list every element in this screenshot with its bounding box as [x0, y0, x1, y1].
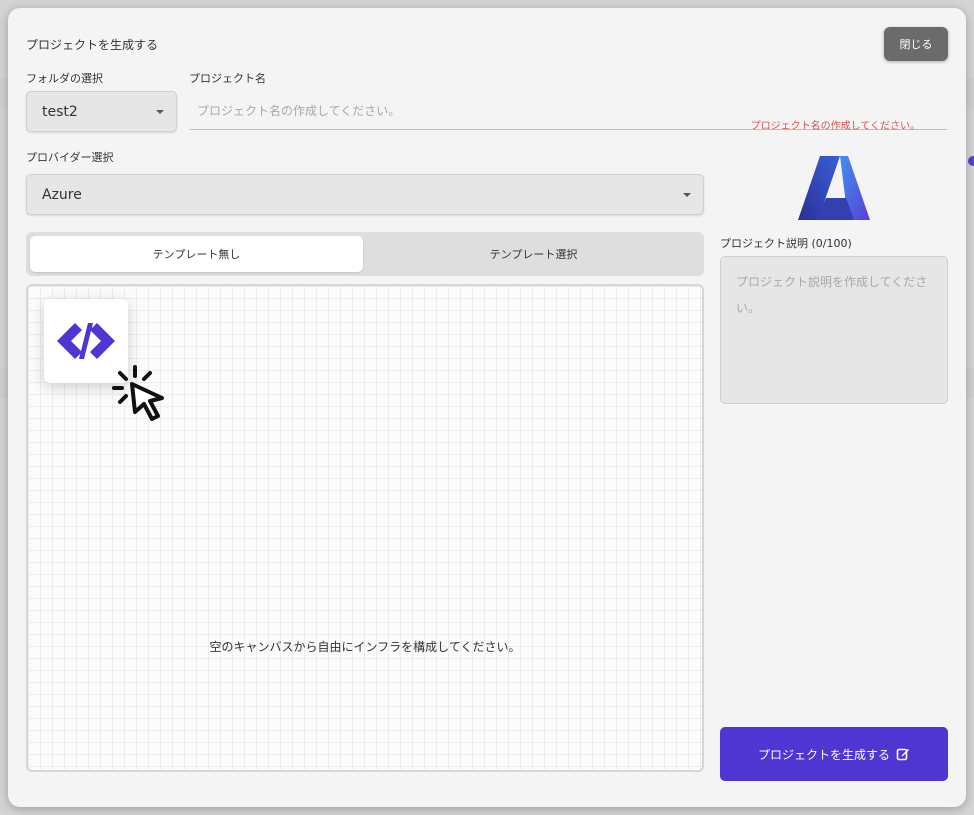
provider-select[interactable]: Azure [26, 174, 704, 215]
provider-label: プロバイダー選択 [26, 151, 114, 164]
modal-title: プロジェクトを生成する [26, 38, 159, 52]
description-label: プロジェクト説明 (0/100) [720, 237, 852, 250]
azure-logo-icon [796, 154, 872, 228]
provider-select-value: Azure [42, 186, 82, 203]
close-button[interactable]: 閉じる [884, 27, 948, 61]
click-cursor-icon [108, 364, 172, 432]
description-textarea[interactable] [720, 256, 948, 404]
folder-select-value: test2 [42, 103, 78, 120]
project-name-label: プロジェクト名 [189, 72, 266, 85]
folder-select[interactable]: test2 [26, 91, 177, 132]
chevron-down-icon [156, 110, 164, 114]
empty-canvas[interactable]: 空のキャンバスから自由にインフラを構成してください。 [26, 284, 704, 772]
tab-select-template[interactable]: テンプレート選択 [367, 236, 700, 272]
template-tab-bar: テンプレート無し テンプレート選択 [26, 232, 704, 276]
generate-project-button[interactable]: プロジェクトを生成する [720, 727, 948, 781]
canvas-message: 空のキャンバスから自由にインフラを構成してください。 [209, 640, 521, 654]
code-brackets-icon [57, 323, 115, 359]
folder-label: フォルダの選択 [26, 72, 103, 85]
edit-icon [896, 748, 909, 761]
project-name-error: プロジェクト名の作成してください。 [750, 121, 920, 132]
background-dot [968, 156, 974, 166]
chevron-down-icon [683, 193, 691, 197]
create-project-modal: プロジェクトを生成する 閉じる フォルダの選択 test2 プロジェクト名 プロ… [8, 8, 966, 807]
tab-no-template[interactable]: テンプレート無し [30, 236, 363, 272]
generate-project-label: プロジェクトを生成する [757, 747, 890, 762]
